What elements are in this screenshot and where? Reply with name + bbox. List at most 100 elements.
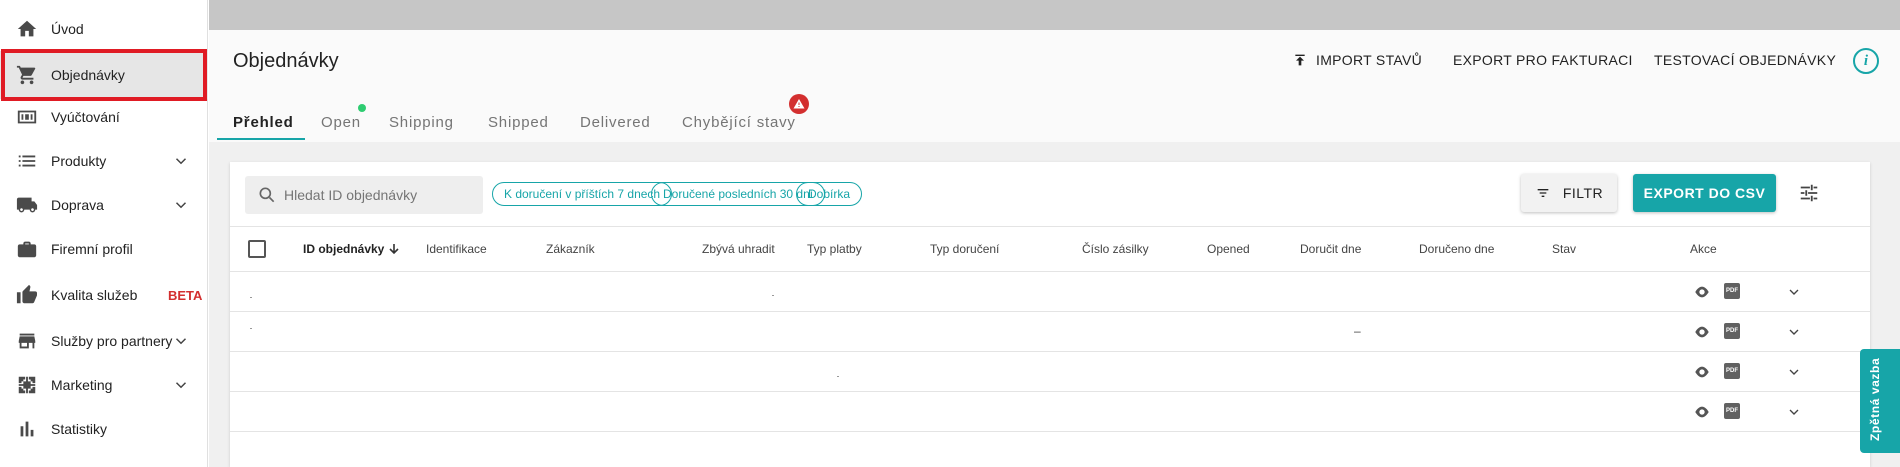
chip-cash-on-delivery[interactable]: Dobírka — [796, 182, 863, 206]
truck-icon — [16, 194, 38, 216]
chip-delivery-next-7-days[interactable]: K doručení v příštích 7 dnech — [492, 182, 673, 206]
test-orders-button[interactable]: TESTOVACÍ OBJEDNÁVKY — [1654, 52, 1836, 68]
briefcase-icon — [16, 238, 38, 260]
deliver-by-value: – — [1354, 324, 1361, 338]
chevron-down-icon — [172, 376, 190, 394]
test-orders-label: TESTOVACÍ OBJEDNÁVKY — [1654, 52, 1837, 68]
sidebar-item-sluzby-pro-partnery[interactable]: Služby pro partnery — [0, 319, 208, 363]
expand-row-icon[interactable] — [1786, 284, 1802, 300]
col-remaining-to-pay: Zbývá uhradit — [702, 242, 775, 256]
sidebar-item-uvod[interactable]: Úvod — [0, 7, 208, 51]
orders-card: K doručení v příštích 7 dnech Doručené p… — [230, 162, 1870, 467]
info-icon[interactable]: i — [1853, 48, 1879, 74]
search-icon — [259, 187, 275, 203]
pdf-icon[interactable]: PDF — [1724, 283, 1740, 299]
upload-icon — [1295, 54, 1305, 66]
sidebar-item-produkty[interactable]: Produkty — [0, 139, 208, 183]
table-header: ID objednávky Identifikace Zákazník Zbýv… — [230, 226, 1870, 272]
tab-prehled[interactable]: Přehled — [233, 106, 294, 146]
view-icon[interactable] — [1694, 365, 1710, 379]
tab-shipping[interactable]: Shipping — [389, 106, 454, 146]
col-payment-type: Typ platby — [807, 242, 862, 256]
col-order-id[interactable]: ID objednávky — [303, 242, 400, 256]
active-tab-indicator — [217, 138, 305, 140]
pdf-icon[interactable]: PDF — [1724, 403, 1740, 419]
chevron-down-icon — [172, 152, 190, 170]
active-item-highlight — [1, 49, 207, 101]
col-tracking-number: Číslo zásilky — [1082, 242, 1149, 256]
sidebar-item-label: Doprava — [51, 197, 104, 213]
beta-badge: BETA — [168, 287, 203, 303]
sort-down-icon — [388, 243, 400, 255]
col-identification: Identifikace — [426, 242, 487, 256]
col-delivered-on: Doručeno dne — [1419, 242, 1495, 256]
faint-text — [250, 297, 252, 298]
pdf-icon[interactable]: PDF — [1724, 323, 1740, 339]
table-row[interactable]: PDF — [230, 392, 1870, 432]
sidebar-item-label: Marketing — [51, 377, 113, 393]
billing-icon — [16, 106, 38, 128]
filter-button[interactable]: FILTR — [1521, 174, 1617, 212]
expand-row-icon[interactable] — [1786, 364, 1802, 380]
sidebar-item-label: Statistiky — [51, 421, 108, 437]
sidebar: Úvod Objednávky Vyúčtování Produkty Dopr… — [0, 0, 208, 467]
new-items-dot — [358, 104, 366, 112]
export-csv-button[interactable]: EXPORT DO CSV — [1633, 174, 1776, 212]
sidebar-item-label: Kvalita služeb — [51, 287, 138, 303]
home-icon — [16, 18, 38, 40]
filter-label: FILTR — [1562, 185, 1604, 201]
tab-delivered[interactable]: Delivered — [580, 106, 651, 146]
col-status: Stav — [1552, 242, 1577, 256]
table-row[interactable]: PDF — [230, 352, 1870, 392]
export-invoice-label: EXPORT PRO FAKTURACI — [1453, 52, 1633, 68]
view-icon[interactable] — [1694, 405, 1710, 419]
table-row[interactable]: – PDF — [230, 312, 1870, 352]
expand-row-icon[interactable] — [1786, 324, 1802, 340]
column-settings-icon[interactable] — [1798, 182, 1820, 204]
search-box[interactable] — [245, 176, 483, 214]
col-deliver-by: Doručit dne — [1300, 242, 1362, 256]
sidebar-item-kvalita-sluzeb[interactable]: Kvalita služeb BETA — [0, 273, 208, 317]
sidebar-item-statistiky[interactable]: Statistiky — [0, 407, 208, 451]
marketing-icon — [16, 374, 38, 396]
faint-text — [250, 328, 252, 329]
col-delivery-type: Typ doručení — [930, 242, 1000, 256]
sidebar-item-vyuctovani[interactable]: Vyúčtování — [0, 95, 208, 139]
chevron-down-icon — [172, 196, 190, 214]
tab-chybejici-stavy[interactable]: Chybějící stavy — [682, 106, 796, 146]
sidebar-item-label: Vyúčtování — [51, 109, 120, 125]
list-icon — [16, 150, 38, 172]
page-title: Objednávky — [233, 50, 339, 72]
faint-text — [837, 376, 839, 377]
tab-shipped[interactable]: Shipped — [488, 106, 549, 146]
expand-row-icon[interactable] — [1786, 404, 1802, 420]
sidebar-item-label: Úvod — [51, 21, 84, 37]
table-row[interactable]: PDF — [230, 272, 1870, 312]
import-states-label: IMPORT STAVŮ — [1316, 52, 1423, 68]
import-states-button[interactable]: IMPORT STAVŮ — [1292, 52, 1422, 68]
store-icon — [16, 330, 38, 352]
bar-chart-icon — [16, 418, 38, 440]
tab-open[interactable]: Open — [321, 106, 361, 146]
view-icon[interactable] — [1694, 285, 1710, 299]
feedback-tab[interactable]: Zpětná vazba — [1860, 349, 1900, 453]
warning-icon — [789, 94, 809, 114]
sidebar-item-marketing[interactable]: Marketing — [0, 363, 208, 407]
sidebar-item-label: Služby pro partnery — [51, 333, 173, 349]
view-icon[interactable] — [1694, 325, 1710, 339]
thumb-up-icon — [16, 284, 38, 306]
pdf-icon[interactable]: PDF — [1724, 363, 1740, 379]
main-content: Objednávky IMPORT STAVŮ EXPORT PRO FAKTU… — [209, 30, 1900, 467]
filter-icon — [1537, 189, 1549, 197]
col-customer: Zákazník — [546, 242, 595, 256]
sidebar-item-firemni-profil[interactable]: Firemní profil — [0, 227, 208, 271]
col-actions: Akce — [1690, 242, 1717, 256]
faint-text — [772, 295, 774, 296]
search-input[interactable] — [284, 187, 474, 203]
sidebar-item-label: Firemní profil — [51, 241, 133, 257]
select-all-checkbox[interactable] — [248, 240, 266, 258]
sidebar-item-doprava[interactable]: Doprava — [0, 183, 208, 227]
feedback-label: Zpětná vazba — [1868, 357, 1882, 441]
export-invoice-button[interactable]: EXPORT PRO FAKTURACI — [1453, 52, 1633, 68]
chevron-down-icon — [172, 332, 190, 350]
